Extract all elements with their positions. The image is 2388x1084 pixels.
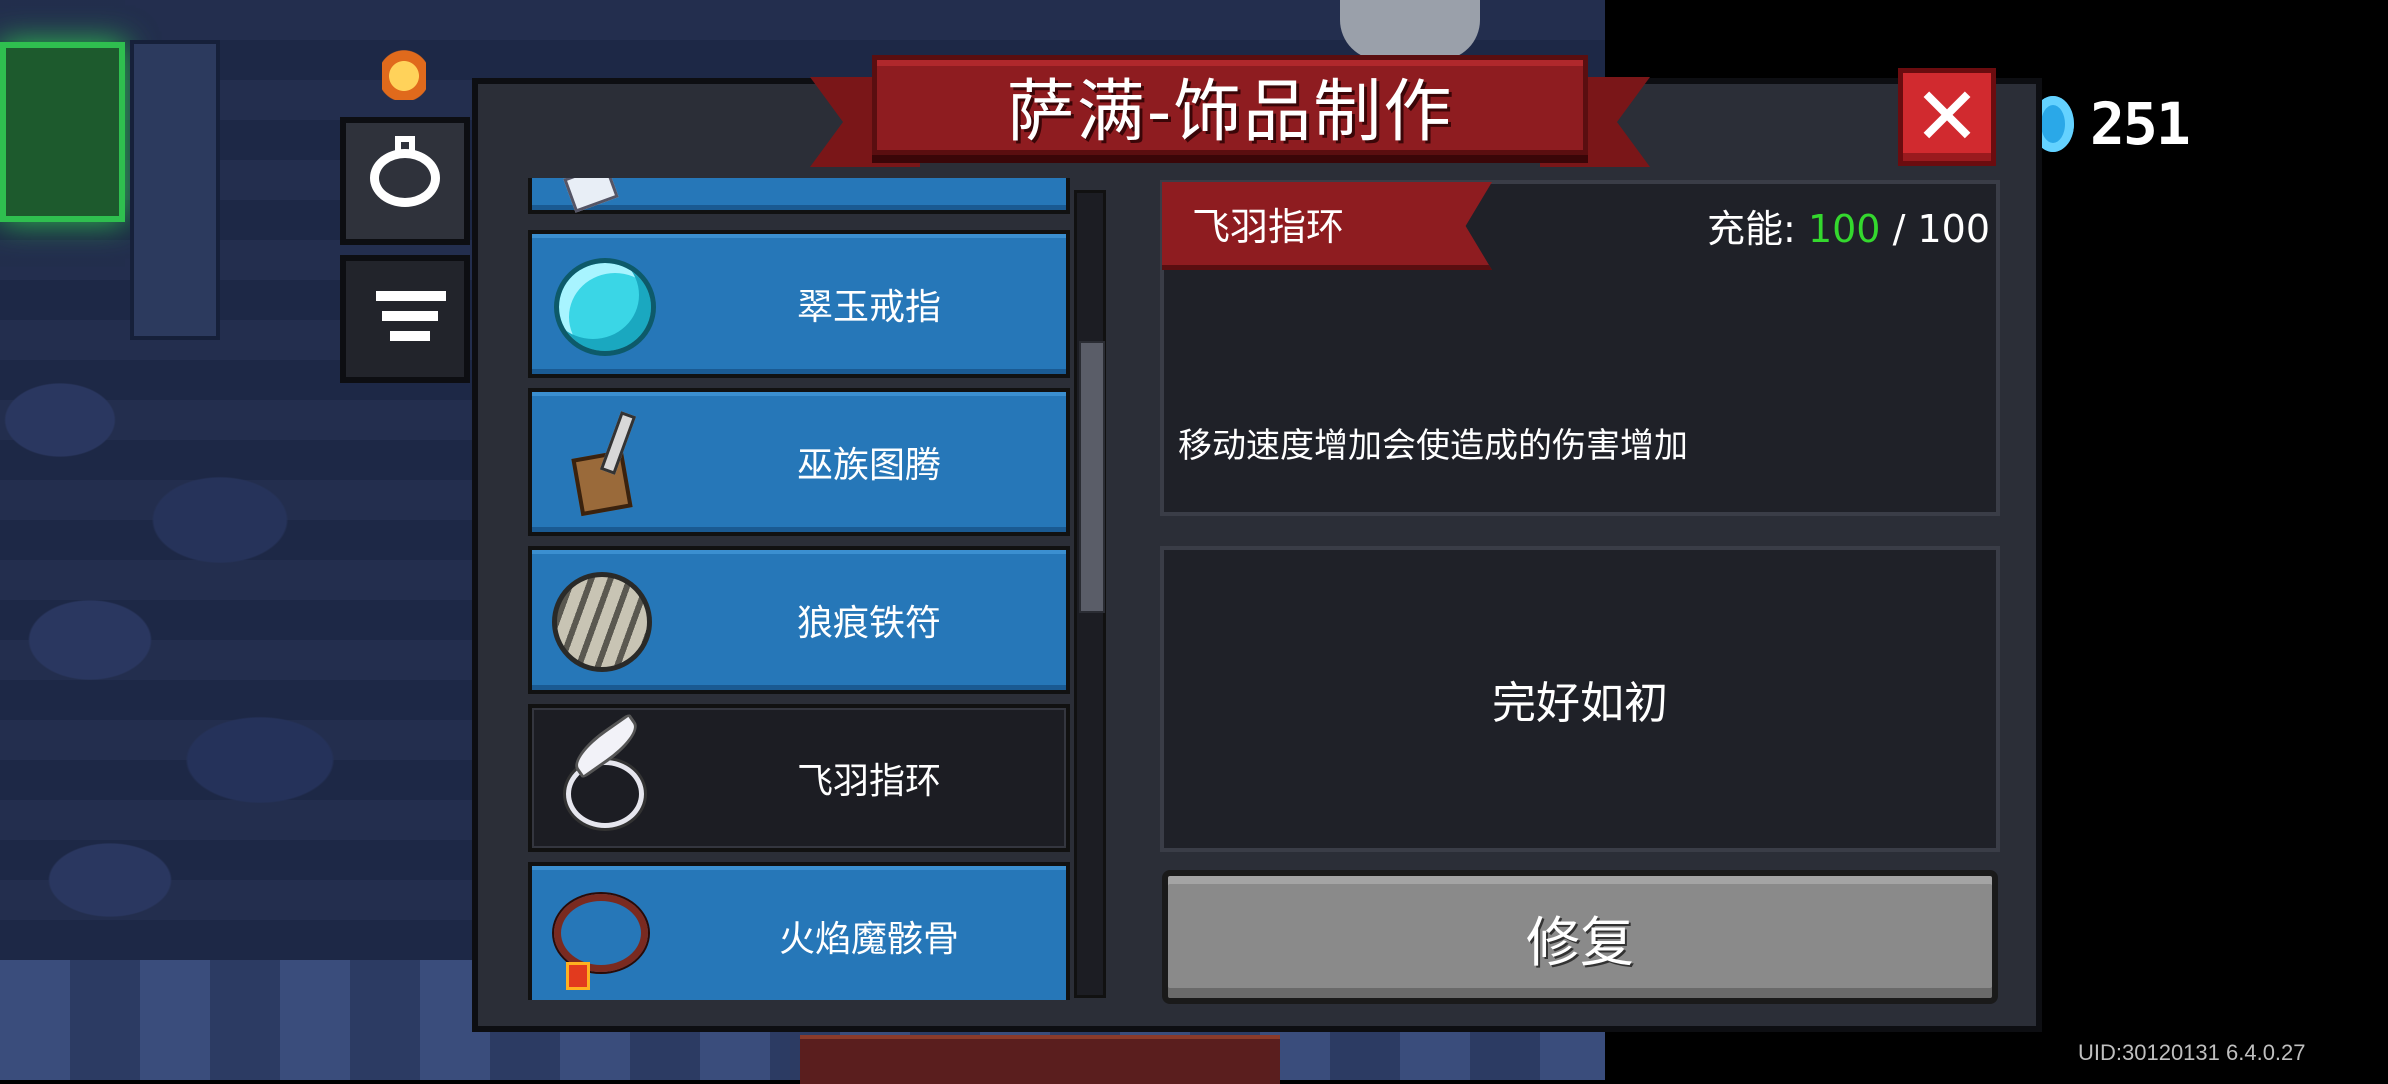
- green-portal: [0, 42, 125, 222]
- tab-filter[interactable]: [340, 255, 470, 383]
- close-button[interactable]: ✕: [1898, 68, 1996, 166]
- charge-max: / 100: [1892, 207, 1990, 251]
- item-label: 狼痕铁符: [796, 603, 941, 644]
- list-item[interactable]: [528, 178, 1070, 214]
- jade-ring-icon: [548, 250, 658, 360]
- item-label: 飞羽指环: [796, 761, 941, 802]
- currency-value: 251: [2090, 90, 2191, 158]
- repair-button[interactable]: 修复: [1162, 870, 1998, 1004]
- banner-main: 萨满-饰品制作: [872, 55, 1588, 155]
- item-label: [682, 178, 1056, 210]
- charge-label: 充能:: [1707, 207, 1796, 251]
- close-icon: ✕: [1913, 70, 1981, 163]
- condition-status: 完好如初: [1492, 678, 1668, 729]
- ring-icon: [370, 136, 440, 207]
- list-scrollbar[interactable]: [1074, 190, 1106, 998]
- charge-readout: 充能: 100 / 100: [1707, 198, 1990, 253]
- item-label: 巫族图腾: [796, 445, 941, 486]
- list-item-selected[interactable]: 飞羽指环: [528, 704, 1070, 852]
- item-name: 飞羽指环: [1192, 205, 1345, 249]
- page-title: 萨满-饰品制作: [1006, 72, 1454, 152]
- statue-decoration: [1340, 0, 1480, 60]
- uid-version: UID:30120131 6.4.0.27: [2078, 1040, 2306, 1065]
- torch-icon: [382, 40, 426, 100]
- stone-pillar: [130, 40, 220, 340]
- fire-bone-necklace-icon: [548, 882, 658, 992]
- scrollbar-thumb[interactable]: [1079, 341, 1105, 613]
- tab-ring-category[interactable]: [340, 117, 470, 245]
- condition-panel: 完好如初: [1160, 546, 2000, 852]
- wolf-talisman-icon: [548, 566, 658, 676]
- title-banner: 萨满-饰品制作: [810, 55, 1650, 170]
- list-item[interactable]: 翠玉戒指: [528, 230, 1070, 378]
- item-label: 翠玉戒指: [796, 287, 941, 328]
- list-item[interactable]: 火焰魔骸骨: [528, 862, 1070, 1000]
- totem-icon: [548, 408, 658, 518]
- filter-icon: [376, 291, 446, 351]
- red-rug: [800, 1035, 1280, 1084]
- feather-ring-icon: [548, 724, 658, 834]
- list-item[interactable]: 狼痕铁符: [528, 546, 1070, 694]
- item-label: 火焰魔骸骨: [778, 919, 959, 960]
- list-item[interactable]: 巫族图腾: [528, 388, 1070, 536]
- item-list[interactable]: 翠玉戒指 巫族图腾 狼痕铁符 飞羽指环 火焰魔骸骨: [524, 178, 1072, 1000]
- item-description: 移动速度增加会使造成的伤害增加: [1178, 426, 1688, 466]
- charge-current: 100: [1807, 207, 1881, 251]
